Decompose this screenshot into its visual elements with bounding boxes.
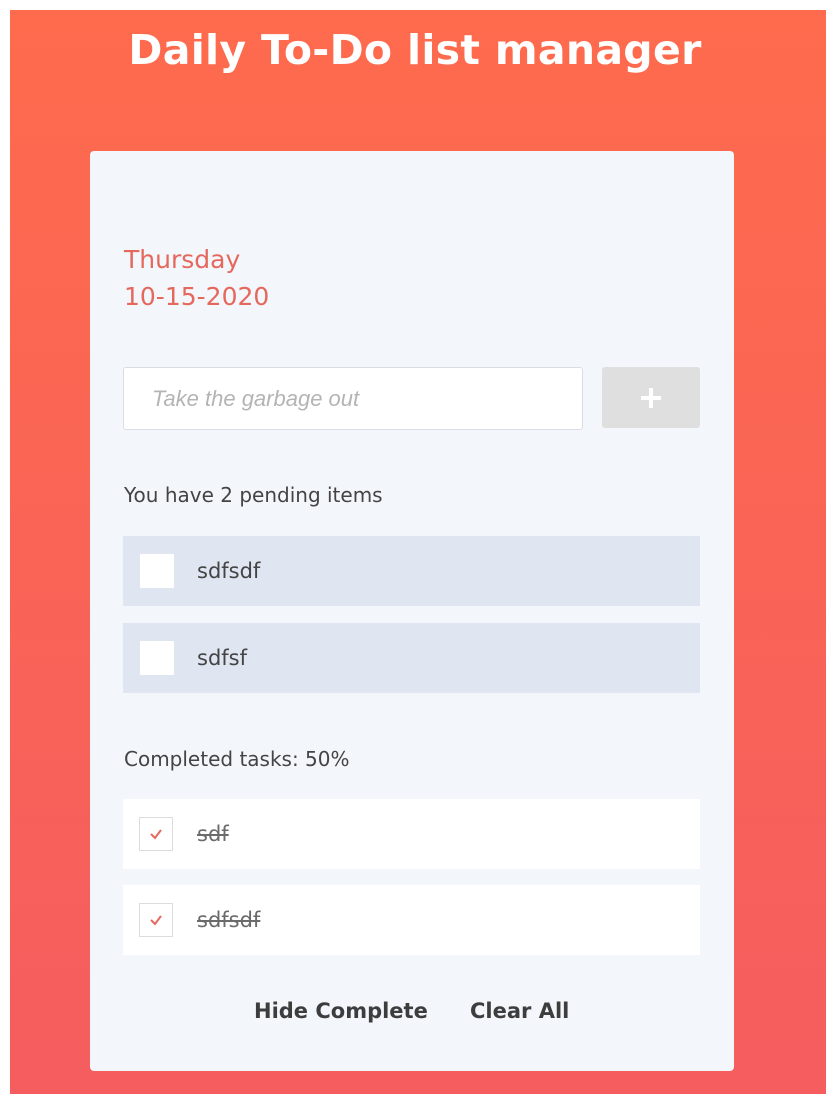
task-label: sdf bbox=[197, 822, 229, 846]
day-label: Thursday bbox=[124, 245, 241, 274]
task-checkbox-checked[interactable] bbox=[139, 817, 173, 851]
add-task-button[interactable] bbox=[602, 367, 700, 428]
completed-task-row[interactable]: sdfsdf bbox=[123, 885, 700, 955]
page-title: Daily To-Do list manager bbox=[128, 26, 702, 74]
pending-task-row[interactable]: sdfsdf bbox=[123, 536, 700, 606]
task-label: sdfsf bbox=[197, 646, 247, 670]
completed-task-row[interactable]: sdf bbox=[123, 799, 700, 869]
pending-task-row[interactable]: sdfsf bbox=[123, 623, 700, 693]
new-task-input[interactable] bbox=[123, 367, 583, 430]
todo-card: Thursday 10-15-2020 You have 2 pending i… bbox=[90, 151, 734, 1071]
checkmark-icon bbox=[150, 829, 162, 840]
completed-percentage: Completed tasks: 50% bbox=[124, 747, 350, 771]
checkmark-icon bbox=[150, 915, 162, 926]
task-label: sdfsdf bbox=[197, 908, 261, 932]
hide-complete-button[interactable]: Hide Complete bbox=[254, 999, 428, 1023]
task-label: sdfsdf bbox=[197, 559, 261, 583]
plus-icon bbox=[641, 387, 661, 408]
date-label: 10-15-2020 bbox=[124, 282, 270, 311]
clear-all-button[interactable]: Clear All bbox=[470, 999, 569, 1023]
task-checkbox[interactable] bbox=[140, 641, 174, 675]
task-checkbox-checked[interactable] bbox=[139, 903, 173, 937]
pending-count: You have 2 pending items bbox=[124, 483, 383, 507]
task-checkbox[interactable] bbox=[140, 554, 174, 588]
